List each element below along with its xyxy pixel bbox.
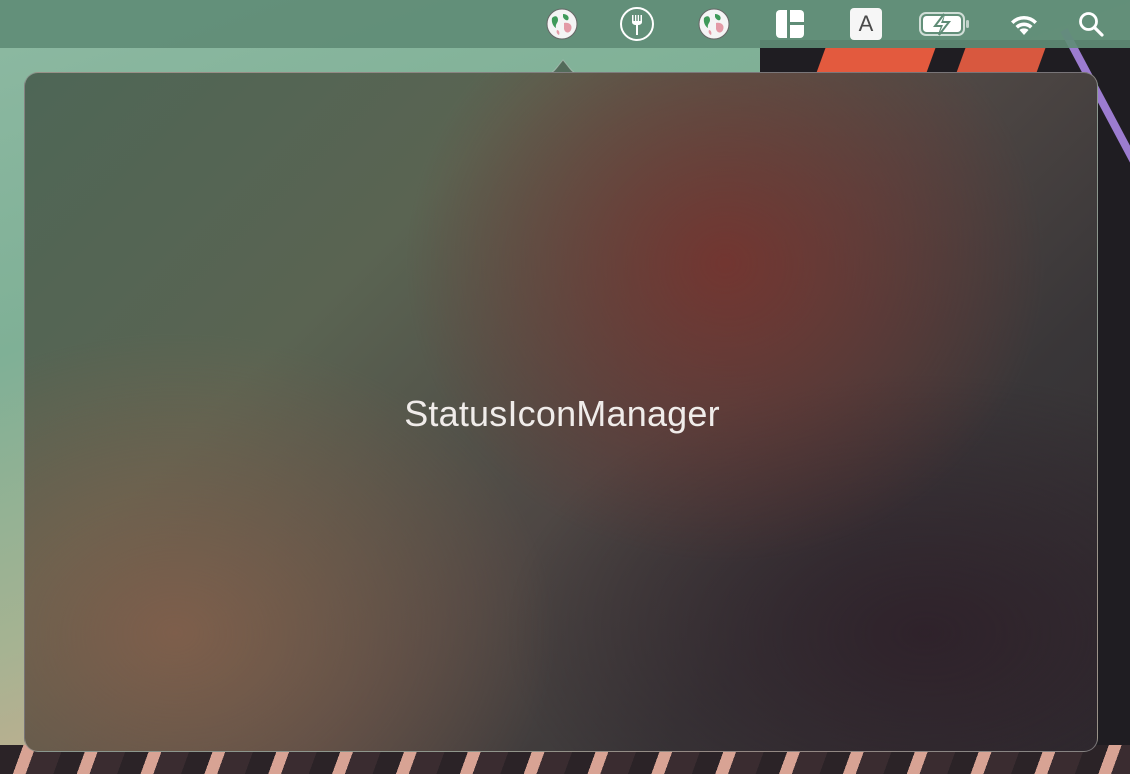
- status-item-input-source[interactable]: A: [848, 7, 884, 41]
- popover-title: StatusIconManager: [404, 393, 720, 434]
- fork-icon: [620, 7, 654, 41]
- wifi-icon: [1011, 15, 1037, 35]
- status-item-popover: StatusIconManager: [24, 72, 1098, 752]
- status-item-spotlight[interactable]: [1074, 7, 1108, 41]
- status-item-globe[interactable]: [544, 7, 580, 41]
- menu-bar: A: [0, 0, 1130, 48]
- layout-icon: [776, 10, 804, 38]
- globe-icon: [698, 8, 730, 40]
- status-item-layout[interactable]: [773, 7, 807, 41]
- status-item-globe[interactable]: [696, 7, 732, 41]
- status-item-battery[interactable]: [918, 7, 972, 41]
- spotlight-search-icon: [1079, 12, 1104, 37]
- globe-icon: [546, 8, 578, 40]
- input-source-icon: A: [850, 8, 882, 40]
- status-item-wifi[interactable]: [1006, 7, 1042, 41]
- input-source-label: A: [858, 11, 874, 36]
- status-item-fork[interactable]: [619, 7, 655, 41]
- battery-charging-icon: [919, 12, 969, 36]
- popover-arrow: [545, 59, 581, 74]
